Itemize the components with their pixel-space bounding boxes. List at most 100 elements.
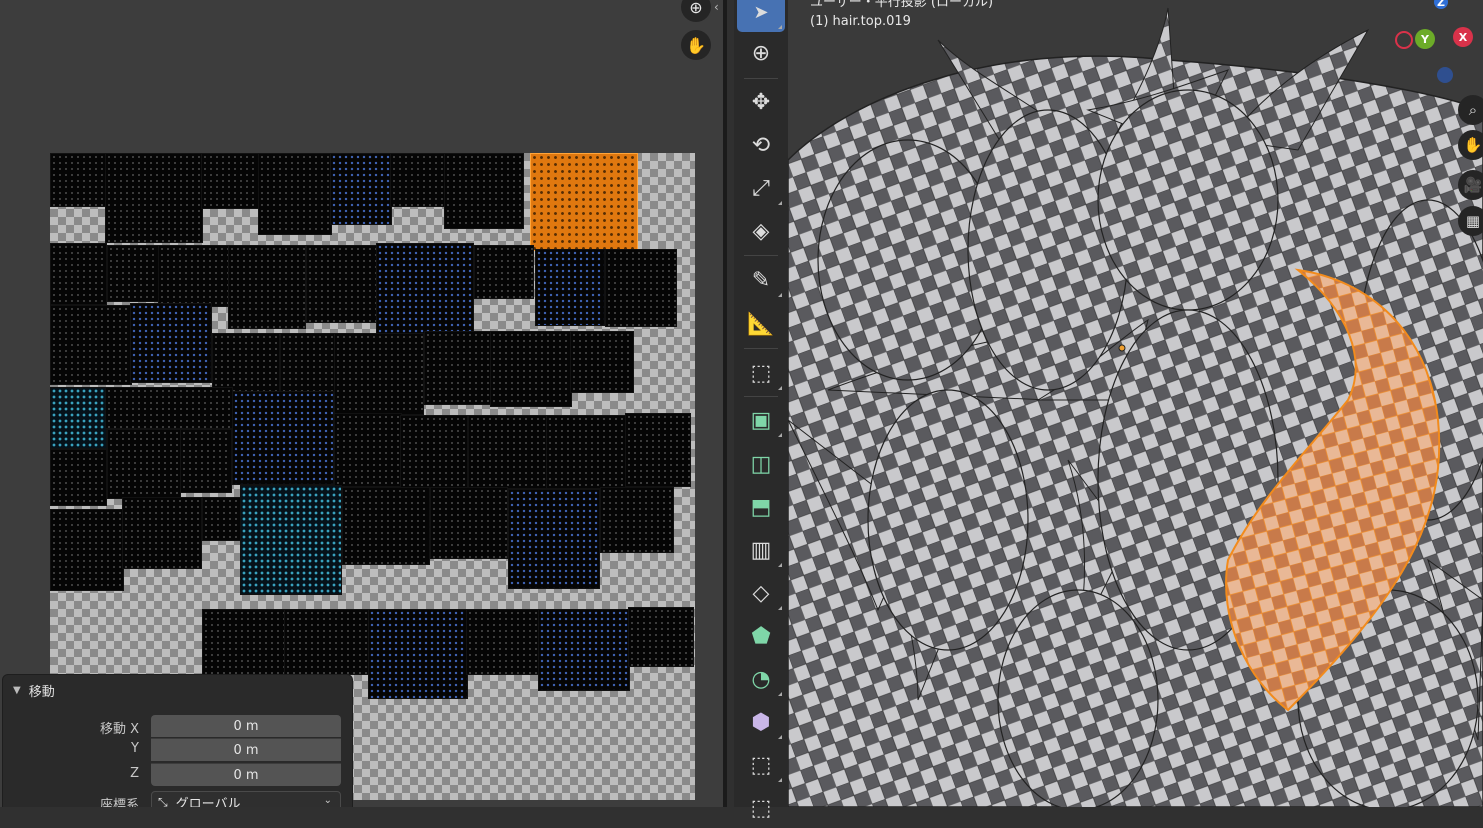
uv-island[interactable] (306, 245, 378, 323)
uv-island[interactable] (535, 249, 605, 326)
cursor-tool[interactable]: ⊕ (737, 33, 785, 73)
uv-island[interactable] (376, 243, 474, 335)
uv-island[interactable] (430, 487, 508, 559)
gizmo-x-axis[interactable]: X (1453, 27, 1473, 47)
measure-tool[interactable]: 📐 (737, 304, 785, 344)
uv-island[interactable] (50, 243, 107, 305)
uv-island[interactable] (490, 331, 572, 407)
transform-tool[interactable]: ◈ (737, 211, 785, 251)
uv-island[interactable] (50, 387, 107, 449)
zoom-icon[interactable]: ⊕ (681, 0, 711, 22)
uv-island[interactable] (508, 489, 600, 589)
uv-island[interactable] (538, 609, 630, 691)
camera-icon[interactable]: 🎥 (1458, 170, 1483, 200)
uv-island[interactable] (50, 449, 107, 506)
move-y-field[interactable]: 0 m (151, 738, 341, 761)
spin-icon: ◔ (751, 666, 771, 692)
uv-island[interactable] (600, 487, 674, 553)
poly-build-tool[interactable]: ⬟ (737, 616, 785, 656)
view-title: ユーザー・平行投影 (ローカル) (810, 0, 994, 10)
uv-island[interactable] (546, 415, 626, 489)
move-x-row: 移動 X 0 m (3, 715, 352, 737)
operator-panel-header[interactable]: ▼ 移動 (13, 681, 55, 700)
uv-island[interactable] (628, 607, 694, 667)
3d-viewport[interactable]: ユーザー・平行投影 (ローカル) (1) hair.top.019 Z Y X … (788, 0, 1483, 807)
uv-island[interactable] (107, 429, 181, 499)
uv-island[interactable] (50, 153, 107, 207)
uv-island[interactable] (605, 249, 677, 327)
add-cube-tool[interactable]: ⬚ (737, 353, 785, 393)
uv-island[interactable] (107, 245, 159, 302)
uv-island[interactable] (50, 509, 124, 591)
uv-island[interactable] (180, 429, 232, 493)
uv-island[interactable] (468, 415, 548, 489)
orientation-axes-icon: ⤡ (158, 794, 168, 808)
move-z-field[interactable]: 0 m (151, 763, 341, 786)
grid-icon[interactable]: ▦ (1458, 206, 1483, 236)
uv-island[interactable] (342, 487, 430, 565)
uv-island[interactable] (400, 415, 468, 489)
uv-editor-area[interactable]: ⊕ ✋ ‹ ▼ 移動 移動 X 0 m Y 0 m Z 0 m 座標系 ⤡ グロ… (0, 0, 723, 807)
scale-tool[interactable]: ⤢ (737, 168, 785, 208)
uv-island[interactable] (122, 497, 202, 569)
uv-island[interactable] (368, 609, 468, 699)
bevel-tool[interactable]: ⬒ (737, 487, 785, 527)
ruler-icon: 📐 (747, 311, 775, 337)
rotate-tool[interactable]: ⟲ (737, 125, 785, 165)
uv-island[interactable] (50, 305, 132, 385)
uv-island-selected[interactable] (530, 153, 638, 251)
active-object-name: (1) hair.top.019 (810, 14, 911, 29)
zoom-icon[interactable]: ⌕ (1458, 95, 1483, 125)
uv-island[interactable] (232, 391, 334, 485)
pan-hand-icon[interactable]: ✋ (681, 30, 711, 60)
move-y-label: Y (131, 741, 139, 756)
uv-island[interactable] (570, 331, 634, 393)
uv-island[interactable] (228, 245, 306, 329)
disclosure-triangle-icon[interactable]: ▼ (13, 685, 21, 696)
uv-island[interactable] (105, 153, 203, 243)
uv-island[interactable] (202, 609, 286, 675)
gizmo-z-axis[interactable]: Z (1434, 0, 1448, 9)
annotate-tool[interactable]: ✎ (737, 260, 785, 300)
uv-island[interactable] (202, 497, 242, 541)
gizmo-neg-z-axis[interactable] (1437, 67, 1453, 83)
uv-island[interactable] (240, 485, 342, 595)
uv-island[interactable] (105, 387, 233, 429)
navigation-gizmo[interactable]: Z Y X (1395, 0, 1483, 95)
orientation-dropdown[interactable]: ⤡ グローバル ⌄ (151, 791, 341, 807)
uv-island[interactable] (158, 245, 230, 307)
more-tool[interactable]: ⬚ (737, 788, 785, 828)
collapse-arrow-icon[interactable]: ‹ (714, 0, 719, 14)
area-divider[interactable] (723, 0, 727, 807)
inset-tool[interactable]: ◫ (737, 444, 785, 484)
knife-tool[interactable]: ◇ (737, 573, 785, 613)
pan-hand-icon[interactable]: ✋ (1458, 130, 1483, 160)
smooth-tool[interactable]: ⬢ (737, 702, 785, 742)
gizmo-neg-x-axis[interactable] (1395, 31, 1413, 49)
uv-island[interactable] (474, 245, 534, 299)
uv-island[interactable] (130, 303, 212, 383)
gizmo-y-axis[interactable]: Y (1415, 29, 1435, 49)
uv-island[interactable] (390, 153, 446, 207)
shear-tool[interactable]: ⬚ (737, 745, 785, 785)
loop-cut-tool[interactable]: ▥ (737, 530, 785, 570)
uv-island[interactable] (330, 153, 392, 225)
uv-island[interactable] (201, 153, 260, 209)
uv-island[interactable] (444, 153, 524, 229)
uv-island[interactable] (284, 609, 370, 675)
select-box-tool[interactable]: ➤ (737, 0, 785, 32)
uv-island[interactable] (625, 413, 691, 487)
spin-tool[interactable]: ◔ (737, 659, 785, 699)
uv-island[interactable] (466, 609, 540, 675)
uv-island[interactable] (258, 153, 332, 235)
uv-island[interactable] (334, 413, 402, 487)
uv-island[interactable] (280, 333, 336, 395)
uv-island[interactable] (212, 333, 280, 393)
move-tool[interactable]: ✥ (737, 82, 785, 122)
hair-mesh-render[interactable] (788, 0, 1483, 807)
extrude-tool[interactable]: ▣ (737, 400, 785, 440)
move-x-field[interactable]: 0 m (151, 715, 341, 737)
uv-island[interactable] (424, 331, 492, 405)
uv-island[interactable] (334, 333, 424, 415)
operator-redo-panel[interactable]: ▼ 移動 移動 X 0 m Y 0 m Z 0 m 座標系 ⤡ グローバル ⌄ (2, 674, 353, 807)
